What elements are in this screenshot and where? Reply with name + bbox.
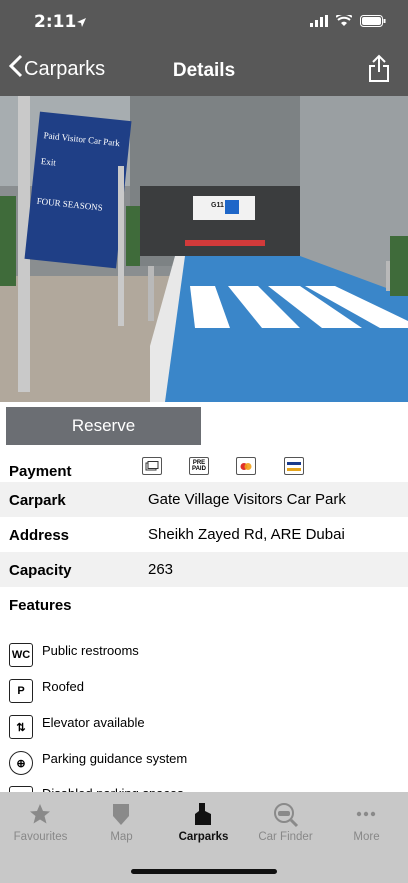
map-pin-icon — [113, 804, 129, 825]
address-row: Address Sheikh Zayed Rd, ARE Dubai — [0, 517, 408, 552]
feature-label: Roofed — [42, 679, 84, 694]
carpark-icon — [195, 803, 211, 825]
guidance-icon: ⊕ — [9, 751, 33, 775]
location-arrow-icon — [76, 15, 87, 33]
prepaid-line-2: PAID — [192, 466, 206, 472]
photo-sign-text: Paid Visitor Car Park Exit FOUR SEASONS — [35, 122, 121, 221]
page-title: Details — [172, 60, 236, 81]
address-label: Address — [9, 527, 70, 544]
card-icon — [142, 457, 162, 475]
tab-favourites[interactable]: Favourites — [0, 792, 81, 852]
home-indicator — [131, 869, 277, 874]
status-bar: 2:11 — [0, 0, 408, 44]
tab-label: Map — [110, 831, 133, 843]
tab-label: Carparks — [178, 831, 229, 843]
prepaid-icon: PRE PAID — [189, 457, 209, 475]
roofed-icon: P — [9, 679, 33, 703]
wc-icon: WC — [9, 643, 33, 667]
visa-icon — [284, 457, 304, 475]
signal-icon — [310, 14, 328, 32]
share-icon — [368, 54, 390, 86]
capacity-value: 263 — [148, 561, 174, 578]
tab-car-finder[interactable]: Car Finder — [245, 792, 326, 852]
star-icon — [30, 804, 50, 824]
navigation-bar: Carparks Details — [0, 44, 408, 96]
status-time: 2:11 — [34, 12, 77, 32]
battery-icon — [360, 14, 386, 32]
more-icon — [356, 811, 376, 817]
feature-label: Public restrooms — [42, 643, 139, 658]
tab-map[interactable]: Map — [81, 792, 162, 852]
tab-label: Car Finder — [258, 831, 313, 843]
payment-label: Payment — [9, 463, 72, 480]
carpark-row: Carpark Gate Village Visitors Car Park — [0, 482, 408, 517]
carpark-photo: Paid Visitor Car Park Exit FOUR SEASONS … — [0, 96, 408, 402]
features-title: Features — [9, 597, 72, 614]
features-row: Features — [0, 587, 408, 622]
capacity-row: Capacity 263 — [0, 552, 408, 587]
tab-more[interactable]: More — [326, 792, 407, 852]
car-finder-icon — [274, 803, 299, 828]
feature-label: Parking guidance system — [42, 751, 188, 766]
reserve-button[interactable]: Reserve — [6, 407, 201, 445]
tab-label: More — [353, 831, 380, 843]
gate-code: G11 — [211, 202, 224, 209]
tab-carparks[interactable]: Carparks — [163, 792, 244, 852]
status-icons — [310, 13, 386, 32]
capacity-label: Capacity — [9, 562, 72, 579]
share-button[interactable] — [368, 54, 390, 87]
carpark-value: Gate Village Visitors Car Park — [148, 491, 346, 508]
feature-label: Elevator available — [42, 715, 145, 730]
elevator-icon: ⇅ — [9, 715, 33, 739]
mastercard-icon — [236, 457, 256, 475]
address-value: Sheikh Zayed Rd, ARE Dubai — [148, 526, 345, 543]
wifi-icon — [335, 13, 353, 32]
tab-label: Favourites — [13, 831, 68, 843]
carpark-label: Carpark — [9, 492, 66, 509]
